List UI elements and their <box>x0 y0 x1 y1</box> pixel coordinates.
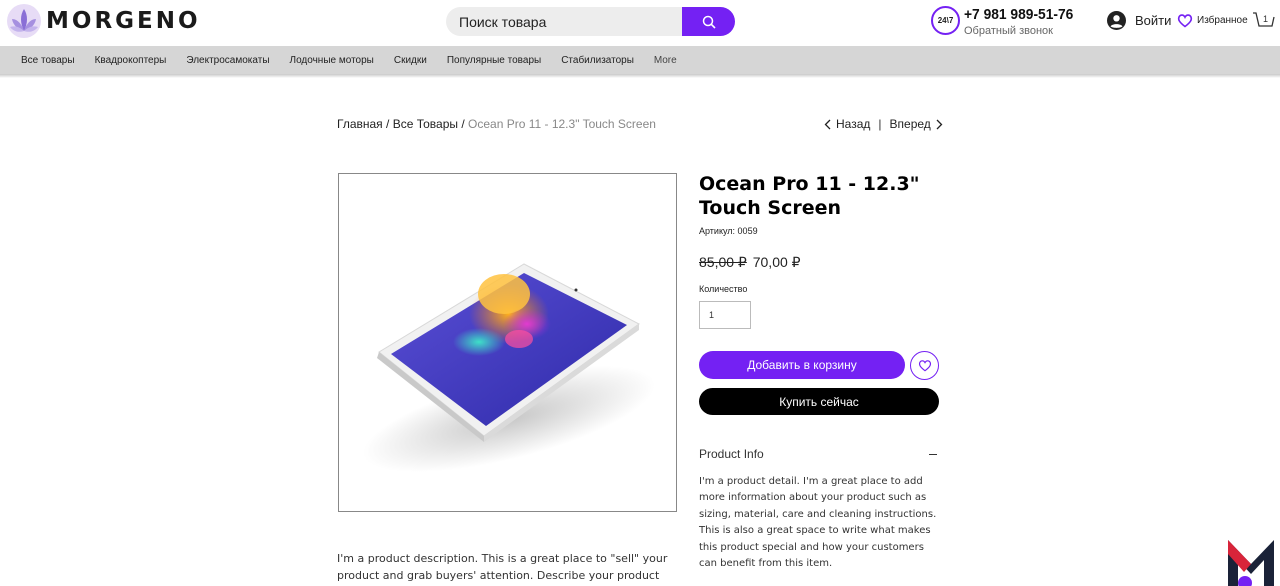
tablet-image <box>363 263 655 473</box>
breadcrumb: Главная / Все Товары / Ocean Pro 11 - 12… <box>337 117 656 131</box>
product-description: I'm a product description. This is a gre… <box>337 552 668 586</box>
product-title: Ocean Pro 11 - 12.3" Touch Screen <box>699 173 920 219</box>
search-input[interactable] <box>446 7 682 36</box>
favorites-link[interactable]: Избранное <box>1177 13 1248 28</box>
quantity-input[interactable]: 1 <box>699 301 751 329</box>
chevron-left-icon <box>824 119 831 129</box>
nav-list: Все товары Квадрокоптеры Электросамокаты Ло… <box>0 46 1280 74</box>
site-header: MORGENO 24\7 +7 981 989-51-76 Обратный з… <box>0 0 1280 46</box>
main-nav: Все товары Квадрокоптеры Электросамокаты Ло… <box>0 46 1280 74</box>
breadcrumb-all-products[interactable]: Все Товары <box>393 117 458 131</box>
breadcrumb-separator: / <box>458 117 469 131</box>
product-sku: Артикул: 0059 <box>699 226 758 236</box>
product-info-toggle[interactable]: Product Info <box>699 447 939 461</box>
heart-icon <box>918 360 931 372</box>
nav-item[interactable]: Скидки <box>384 55 437 66</box>
corner-brand-logo-icon[interactable] <box>1226 538 1276 586</box>
cart-icon: 1 <box>1253 12 1275 27</box>
site-logo[interactable]: MORGENO <box>6 3 201 39</box>
search-bar <box>446 7 735 36</box>
logo-text: MORGENO <box>46 8 201 34</box>
nav-item[interactable]: Стабилизаторы <box>551 55 644 66</box>
nav-shadow <box>0 74 1280 78</box>
wishlist-button[interactable] <box>910 351 939 380</box>
product-image[interactable] <box>338 173 677 512</box>
heart-icon <box>1177 14 1193 28</box>
nav-item[interactable]: Популярные товары <box>437 55 551 66</box>
breadcrumb-home[interactable]: Главная <box>337 117 383 131</box>
favorites-label: Избранное <box>1197 15 1248 26</box>
search-button[interactable] <box>682 7 735 36</box>
lotus-logo-icon <box>7 4 41 38</box>
pager-divider: | <box>878 117 882 131</box>
old-price: 85,00 ₽ <box>699 254 747 270</box>
product-info-title: Product Info <box>699 447 764 461</box>
price-block: 85,00 ₽ 70,00 ₽ <box>699 254 801 271</box>
login-button[interactable]: Войти <box>1107 11 1171 30</box>
product-info-text: I'm a product detail. I'm a great place … <box>699 476 937 570</box>
nav-item[interactable]: Электросамокаты <box>176 55 279 66</box>
phone-number[interactable]: +7 981 989-51-76 <box>964 6 1073 23</box>
breadcrumb-current: Ocean Pro 11 - 12.3" Touch Screen <box>468 117 656 131</box>
prev-label: Назад <box>836 117 871 131</box>
prev-product-link[interactable]: Назад <box>824 117 870 131</box>
nav-item[interactable]: Квадрокоптеры <box>85 55 177 66</box>
nav-item[interactable]: Лодочные моторы <box>280 55 384 66</box>
nav-item[interactable]: More <box>644 55 687 66</box>
user-avatar-icon <box>1107 11 1126 30</box>
add-to-cart-button[interactable]: Добавить в корзину <box>699 351 905 379</box>
next-product-link[interactable]: Вперед <box>890 117 943 131</box>
next-label: Вперед <box>889 117 931 131</box>
current-price: 70,00 ₽ <box>752 254 801 270</box>
product-pager: Назад | Вперед <box>824 117 943 131</box>
quantity-label: Количество <box>699 284 748 294</box>
buy-now-button[interactable]: Купить сейчас <box>699 388 939 415</box>
nav-item[interactable]: Все товары <box>11 55 85 66</box>
cart-button[interactable]: 1 <box>1252 10 1276 37</box>
callback-link[interactable]: Обратный звонок <box>964 25 1053 37</box>
chevron-right-icon <box>936 119 943 129</box>
login-label: Войти <box>1135 13 1172 28</box>
search-icon <box>702 15 716 29</box>
support-24-7-icon: 24\7 <box>931 6 960 35</box>
collapse-icon <box>929 454 937 455</box>
breadcrumb-separator: / <box>382 117 393 131</box>
cart-count: 1 <box>1263 14 1268 24</box>
